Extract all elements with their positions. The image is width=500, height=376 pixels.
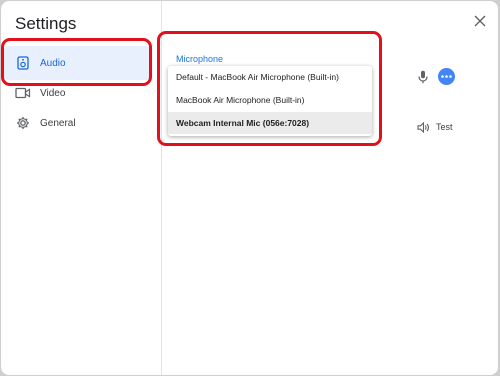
sidebar-item-label: Video xyxy=(40,87,66,99)
microphone-option[interactable]: Default - MacBook Air Microphone (Built-… xyxy=(168,66,372,88)
microphone-option[interactable]: MacBook Air Microphone (Built-in) xyxy=(168,89,372,111)
microphone-icon xyxy=(416,69,430,85)
sidebar-item-label: General xyxy=(40,117,76,129)
microphone-option-highlighted[interactable]: Webcam Internal Mic (056e:7028) xyxy=(168,112,372,134)
test-speaker-button[interactable]: Test xyxy=(417,119,453,135)
close-icon xyxy=(474,15,486,27)
sidebar-item-audio[interactable]: Audio xyxy=(4,46,150,80)
test-button-label: Test xyxy=(436,122,453,132)
gear-icon xyxy=(15,115,31,131)
more-options-button[interactable] xyxy=(438,68,455,85)
settings-dialog: Settings Audio Video General Microphone … xyxy=(1,1,498,375)
close-button[interactable] xyxy=(469,10,491,32)
sidebar-divider xyxy=(161,1,162,375)
sidebar-item-video[interactable]: Video xyxy=(4,76,150,110)
video-camera-icon xyxy=(15,85,31,101)
microphone-dropdown-menu: Default - MacBook Air Microphone (Built-… xyxy=(168,66,372,136)
more-horizontal-icon xyxy=(441,75,452,78)
sidebar-item-label: Audio xyxy=(40,57,66,69)
speaker-icon xyxy=(15,55,31,71)
volume-icon xyxy=(417,121,430,133)
dialog-title: Settings xyxy=(15,14,77,33)
sidebar-item-general[interactable]: General xyxy=(4,106,150,140)
microphone-section-label: Microphone xyxy=(176,54,224,64)
